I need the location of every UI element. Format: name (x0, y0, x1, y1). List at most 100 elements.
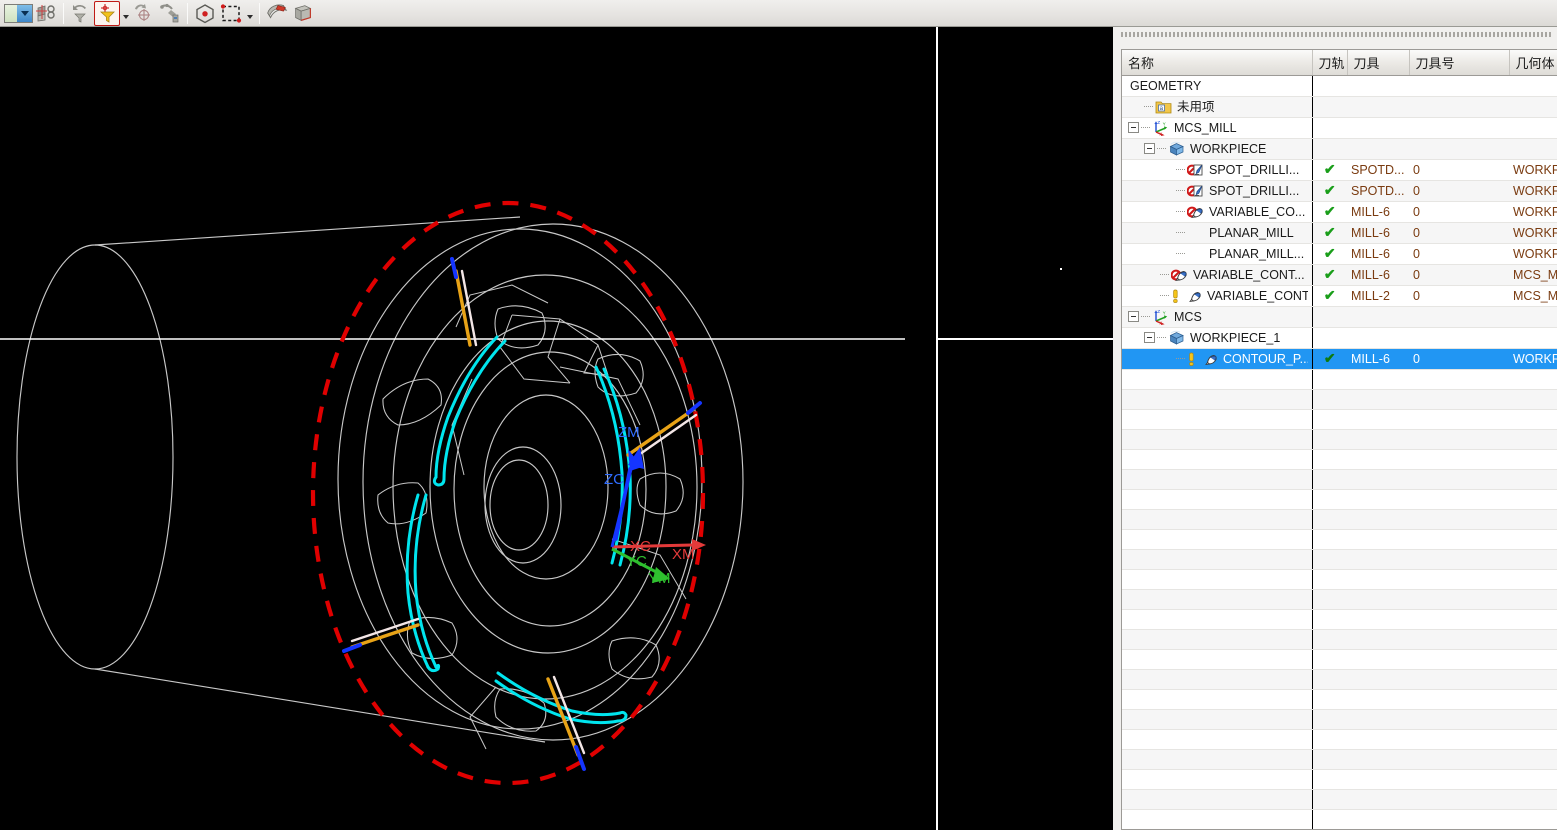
column-header-tool[interactable]: 刀具 (1347, 50, 1410, 76)
header-row: 名称 刀轨 刀具 刀具号 几何体 (1122, 50, 1557, 76)
cell-name[interactable]: SPOT_DRILLI... (1122, 159, 1312, 181)
table-row[interactable]: GEOMETRY (1122, 75, 1557, 97)
table-row[interactable]: WORKPIECE (1122, 138, 1557, 160)
panel-drag-handle[interactable] (1121, 32, 1551, 37)
table-row-empty[interactable] (1122, 489, 1557, 510)
table-row-empty[interactable] (1122, 729, 1557, 750)
cell-empty (1347, 649, 1409, 670)
rect-select-dropdown-arrow[interactable] (244, 1, 255, 26)
cell-name[interactable]: GEOMETRY (1122, 75, 1312, 97)
table-row-empty[interactable] (1122, 569, 1557, 590)
table-row-empty[interactable] (1122, 769, 1557, 790)
operation-tree[interactable]: 名称 刀轨 刀具 刀具号 几何体 GEOMETRY a 未用项 Z Y X MCS_MILL… (1121, 49, 1557, 830)
table-row-empty[interactable] (1122, 389, 1557, 410)
cell-empty (1122, 789, 1312, 810)
table-row[interactable]: Z Y X MCS_MILL (1122, 117, 1557, 139)
cell-name[interactable]: Z Y X MCS_MILL (1122, 117, 1312, 139)
table-row-empty[interactable] (1122, 409, 1557, 430)
rect-select-button[interactable] (218, 1, 244, 26)
table-row-empty[interactable] (1122, 549, 1557, 570)
table-row[interactable]: PLANAR_MILL ✔ MILL-60WORKPIE (1122, 222, 1557, 244)
tree-toggle-icon[interactable] (1128, 122, 1139, 133)
table-row[interactable]: VARIABLE_CO... ✔ MILL-60WORKPIE (1122, 201, 1557, 223)
table-row[interactable]: SPOT_DRILLI... ✔ SPOTD...0WORKPIE (1122, 159, 1557, 181)
table-row-empty[interactable] (1122, 429, 1557, 450)
table-row[interactable]: PLANAR_MILL... ✔ MILL-60WORKPIE (1122, 243, 1557, 265)
table-row-empty[interactable] (1122, 629, 1557, 650)
cell-toolpath-status: ✔ (1311, 285, 1347, 307)
table-row-empty[interactable] (1122, 589, 1557, 610)
table-row[interactable]: WORKPIECE_1 (1122, 327, 1557, 349)
display-mode-combo[interactable] (4, 3, 33, 23)
cell-empty (1122, 809, 1312, 829)
mcs-icon: ZY X (1152, 120, 1169, 136)
table-row-empty[interactable] (1122, 709, 1557, 730)
table-row-empty[interactable] (1122, 789, 1557, 810)
table-row-empty[interactable] (1122, 809, 1557, 829)
cell-tool: MILL-6 (1347, 264, 1409, 286)
table-row-empty[interactable] (1122, 509, 1557, 530)
tree-toggle-icon[interactable] (1128, 311, 1139, 322)
table-row-empty[interactable] (1122, 529, 1557, 550)
cell-empty (1409, 449, 1509, 470)
table-row-empty[interactable] (1122, 469, 1557, 490)
tree-toggle-icon[interactable] (1144, 332, 1155, 343)
cell-empty (1509, 789, 1557, 810)
cell-empty (1509, 709, 1557, 730)
cell-empty (1409, 489, 1509, 510)
table-row[interactable]: VARIABLE_CONT... ✔ MILL-60MCS_MIL (1122, 264, 1557, 286)
color-swatch-icon (5, 4, 17, 22)
column-header-toolpath[interactable]: 刀轨 (1311, 50, 1348, 76)
cell-name[interactable]: a 未用项 (1122, 96, 1312, 118)
table-row-empty[interactable] (1122, 449, 1557, 470)
tool-assembly-button[interactable] (157, 1, 183, 26)
graphics-viewport[interactable]: ZM ZC XM XC YM YC (0, 27, 1113, 830)
column-header-geometry[interactable]: 几何体 (1509, 50, 1557, 76)
cell-tool-number: 0 (1409, 201, 1509, 223)
point-snap-button[interactable] (192, 1, 218, 26)
filter-dropdown-arrow[interactable] (120, 1, 131, 26)
cell-name[interactable]: PLANAR_MILL... (1122, 243, 1312, 265)
table-row-empty[interactable] (1122, 649, 1557, 670)
cell-name[interactable]: VARIABLE_CONT... (1122, 285, 1312, 307)
tree-connector (1176, 211, 1186, 212)
cell-name[interactable]: PLANAR_MILL (1122, 222, 1312, 244)
table-row[interactable]: VARIABLE_CONT... ✔ MILL-20MCS_MIL (1122, 285, 1557, 307)
column-header-toolnumber[interactable]: 刀具号 (1409, 50, 1510, 76)
chevron-down-icon[interactable] (17, 4, 32, 22)
unfold-view-button[interactable] (264, 1, 290, 26)
cell-toolpath-status: ✔ (1311, 159, 1347, 181)
active-filter-button[interactable] (94, 0, 120, 26)
toolbar-group-display (0, 0, 59, 26)
cell-name[interactable]: WORKPIECE (1122, 138, 1312, 160)
table-row-empty[interactable] (1122, 689, 1557, 710)
table-row-empty[interactable] (1122, 609, 1557, 630)
cell-empty (1509, 649, 1557, 670)
cell-empty (1509, 529, 1557, 550)
cell-tool-number: 0 (1409, 159, 1509, 181)
table-row[interactable]: Z Y X MCS (1122, 306, 1557, 328)
tree-toggle-icon[interactable] (1144, 143, 1155, 154)
cell-empty (1311, 789, 1347, 810)
table-row[interactable]: CONTOUR_P... ✔ MILL-60WORKPIE (1122, 348, 1557, 370)
table-row[interactable]: a 未用项 (1122, 96, 1557, 118)
cell-empty (1122, 709, 1312, 730)
cell-name[interactable]: VARIABLE_CO... (1122, 201, 1312, 223)
cell-name[interactable]: Z Y X MCS (1122, 306, 1312, 328)
table-row-empty[interactable] (1122, 749, 1557, 770)
geometry-filter-button[interactable] (33, 1, 59, 26)
cell-name[interactable]: SPOT_DRILLI... (1122, 180, 1312, 202)
back-filter-button[interactable] (68, 1, 94, 26)
box-view-button[interactable] (290, 1, 316, 26)
cell-name[interactable]: VARIABLE_CONT... (1122, 264, 1312, 286)
table-row-empty[interactable] (1122, 369, 1557, 390)
cell-name[interactable]: CONTOUR_P... (1122, 348, 1312, 370)
column-header-name[interactable]: 名称 (1122, 50, 1313, 76)
cell-geometry: WORKPIE (1509, 348, 1557, 370)
row-label: 未用项 (1177, 99, 1215, 114)
undo-target-button[interactable] (131, 1, 157, 26)
table-row[interactable]: SPOT_DRILLI... ✔ SPOTD...0WORKPIE (1122, 180, 1557, 202)
table-row-empty[interactable] (1122, 669, 1557, 690)
cell-name[interactable]: WORKPIECE_1 (1122, 327, 1312, 349)
cell-toolpath-status: ✔ (1311, 201, 1347, 223)
